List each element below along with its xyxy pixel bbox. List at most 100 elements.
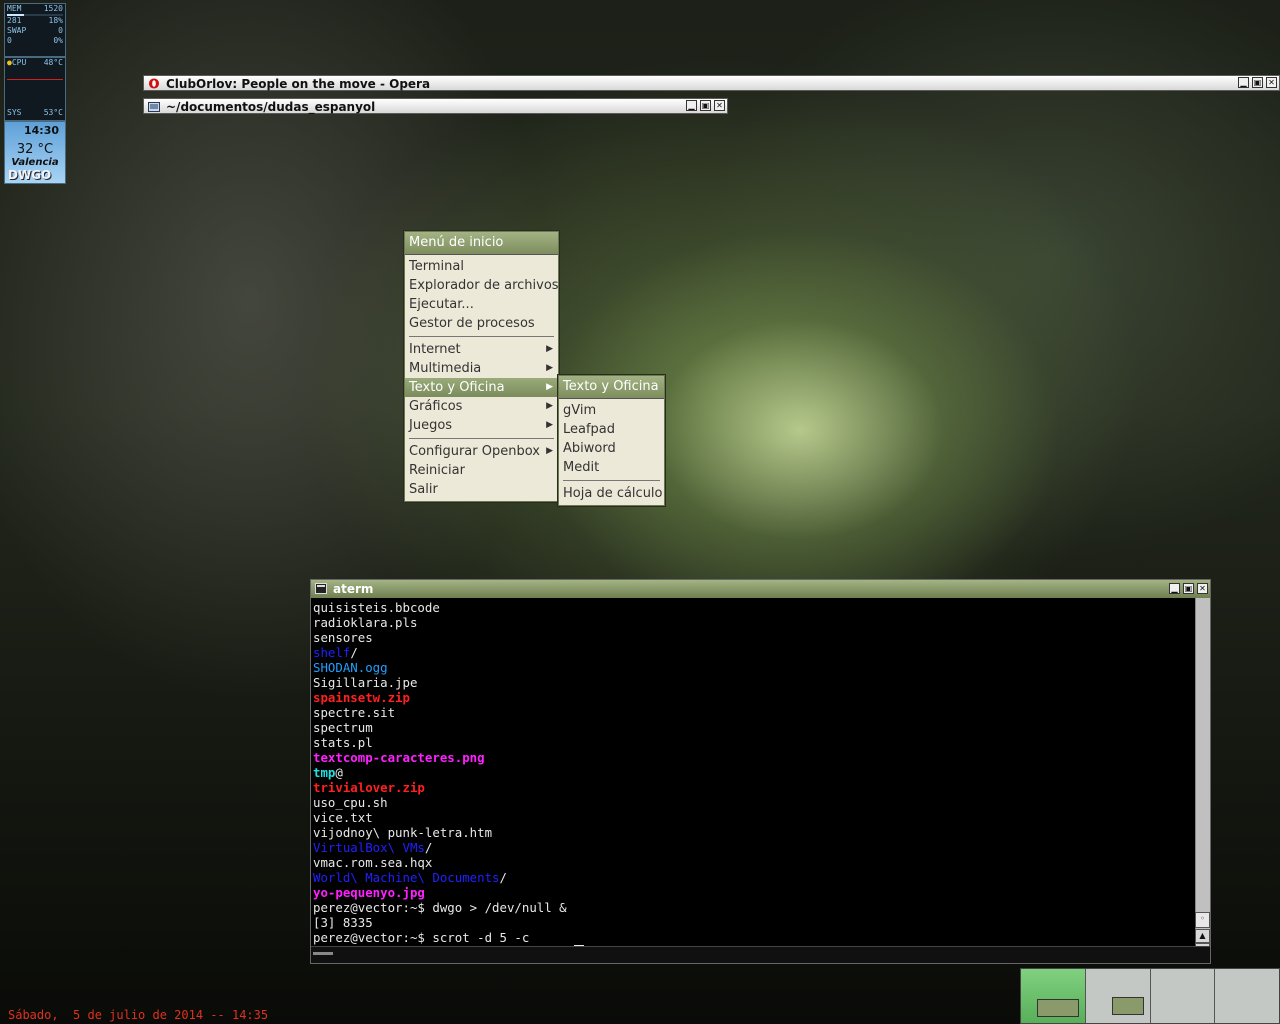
menu-item-label: Juegos bbox=[409, 418, 453, 433]
submenu-item-gvim[interactable]: gVim bbox=[559, 401, 664, 420]
text-office-submenu: Texto y Oficina gVim Leafpad Abiword Med… bbox=[558, 375, 665, 506]
weather-widget: 14:30 32 °C Valencia DWGO bbox=[4, 121, 66, 184]
terminal-line-text: vijodnoy\ punk-letra.htm bbox=[313, 825, 493, 840]
terminal-line-text: yo-pequenyo.jpg bbox=[313, 885, 425, 900]
opera-maximize-button[interactable]: ▣ bbox=[1252, 77, 1263, 88]
menu-separator bbox=[563, 480, 660, 481]
terminal-line-text: vice.txt bbox=[313, 810, 373, 825]
menu-separator bbox=[409, 336, 554, 337]
terminal-line: vmac.rom.sea.hqx bbox=[313, 855, 584, 870]
scrollbar-thumb[interactable]: ◦ bbox=[1195, 912, 1210, 928]
menu-item-label: Internet bbox=[409, 342, 461, 357]
submenu-item-medit[interactable]: Medit bbox=[559, 458, 664, 477]
menu-item-games[interactable]: Juegos ▶ bbox=[405, 416, 558, 435]
terminal-line: sensores bbox=[313, 630, 584, 645]
menu-item-restart[interactable]: Reiniciar bbox=[405, 461, 558, 480]
terminal-close-button[interactable]: ✕ bbox=[1197, 583, 1208, 594]
fm-close-button[interactable]: ✕ bbox=[714, 100, 725, 111]
terminal-scrollbar[interactable]: ◦ ▲ ▼ bbox=[1195, 598, 1210, 957]
submenu-arrow-icon: ▶ bbox=[546, 420, 553, 430]
pager-desktop-3[interactable] bbox=[1150, 969, 1216, 1023]
terminal-line: stats.pl bbox=[313, 735, 584, 750]
menu-item-exit[interactable]: Salir bbox=[405, 480, 558, 499]
terminal-line-text: stats.pl bbox=[313, 735, 373, 750]
terminal-minimize-button[interactable]: ▁ bbox=[1169, 583, 1180, 594]
menu-item-label: Ejecutar... bbox=[409, 297, 474, 312]
menu-item-terminal[interactable]: Terminal bbox=[405, 257, 558, 276]
file-manager-titlebar[interactable]: ~/documentos/dudas_espanyol ▁ ▣ ✕ bbox=[143, 98, 728, 114]
menu-item-label: Gestor de procesos bbox=[409, 316, 535, 331]
terminal-line-text: tmp bbox=[313, 765, 336, 780]
cpu-label: CPU bbox=[11, 58, 27, 67]
mem-total: 1520 bbox=[43, 4, 63, 13]
weather-city: Valencia bbox=[11, 157, 59, 168]
terminal-line-text: perez@vector:~$ scrot -d 5 -c bbox=[313, 930, 530, 945]
menu-item-run[interactable]: Ejecutar... bbox=[405, 295, 558, 314]
weather-brand: DWGO bbox=[8, 168, 52, 182]
terminal-maximize-button[interactable]: ▣ bbox=[1183, 583, 1194, 594]
terminal-line-text: radioklara.pls bbox=[313, 615, 418, 630]
menu-item-graphics[interactable]: Gráficos ▶ bbox=[405, 397, 558, 416]
terminal-line-text: [3] 8335 bbox=[313, 915, 373, 930]
opera-minimize-button[interactable]: ▁ bbox=[1238, 77, 1249, 88]
pager-window bbox=[1111, 997, 1144, 1015]
terminal-line: trivialover.zip bbox=[313, 780, 584, 795]
folder-icon bbox=[148, 102, 160, 112]
fm-maximize-button[interactable]: ▣ bbox=[700, 100, 711, 111]
submenu-item-spreadsheet[interactable]: Hoja de cálculo bbox=[559, 484, 664, 503]
desktop-clock: Sábado, 5 de julio de 2014 -- 14:35 bbox=[8, 1008, 269, 1022]
scroll-up-arrow-icon[interactable]: ▲ bbox=[1195, 929, 1210, 943]
terminal-line-text: World\ Machine\ Documents bbox=[313, 870, 500, 885]
terminal-line-suffix: @ bbox=[335, 765, 343, 780]
submenu-arrow-icon: ▶ bbox=[546, 446, 553, 456]
terminal-line: perez@vector:~$ scrot -d 5 -c bbox=[313, 930, 584, 945]
terminal-line: VirtualBox\ VMs/ bbox=[313, 840, 584, 855]
terminal-line: radioklara.pls bbox=[313, 615, 584, 630]
menu-item-internet[interactable]: Internet ▶ bbox=[405, 340, 558, 359]
temperature-monitor: ●CPU 48°C SYS 53°C bbox=[4, 57, 66, 121]
menu-item-configure-openbox[interactable]: Configurar Openbox ▶ bbox=[405, 442, 558, 461]
terminal-line-text: uso_cpu.sh bbox=[313, 795, 388, 810]
menu-item-file-explorer[interactable]: Explorador de archivos bbox=[405, 276, 559, 295]
menu-item-label: Gráficos bbox=[409, 399, 463, 414]
terminal-titlebar[interactable]: aterm ▁ ▣ ✕ bbox=[311, 580, 1210, 598]
terminal-line-suffix: / bbox=[499, 870, 507, 885]
menu-item-process-manager[interactable]: Gestor de procesos bbox=[405, 314, 558, 333]
terminal-line-text: spainsetw.zip bbox=[313, 690, 410, 705]
opera-close-button[interactable]: ✕ bbox=[1266, 77, 1277, 88]
menu-item-label: Reiniciar bbox=[409, 463, 465, 478]
memory-monitor: MEM 1520 281 18% SWAP 0 0 0% bbox=[4, 3, 66, 57]
mem-used: 281 bbox=[7, 16, 22, 25]
weather-temperature: 32 °C bbox=[16, 142, 54, 157]
weather-time: 14:30 bbox=[23, 124, 59, 137]
terminal-line-text: SHODAN.ogg bbox=[313, 660, 388, 675]
menu-item-multimedia[interactable]: Multimedia ▶ bbox=[405, 359, 558, 378]
pager-desktop-1[interactable] bbox=[1021, 969, 1086, 1023]
submenu-item-leafpad[interactable]: Leafpad bbox=[559, 420, 664, 439]
menu-item-text-office[interactable]: Texto y Oficina ▶ bbox=[405, 378, 558, 397]
submenu-item-abiword[interactable]: Abiword bbox=[559, 439, 664, 458]
terminal-line: SHODAN.ogg bbox=[313, 660, 584, 675]
submenu-title: Texto y Oficina bbox=[559, 376, 664, 399]
terminal-line-text: trivialover.zip bbox=[313, 780, 425, 795]
pager-desktop-4[interactable] bbox=[1215, 969, 1279, 1023]
terminal-line: World\ Machine\ Documents/ bbox=[313, 870, 584, 885]
terminal-window-title: aterm bbox=[333, 582, 374, 596]
terminal-line: textcomp-caracteres.png bbox=[313, 750, 584, 765]
terminal-line-text: spectre.sit bbox=[313, 705, 396, 720]
terminal-line: quisisteis.bbcode bbox=[313, 600, 584, 615]
mem-label: MEM bbox=[7, 4, 22, 13]
pager-desktop-2[interactable] bbox=[1085, 969, 1151, 1023]
terminal-window[interactable]: aterm ▁ ▣ ✕ quisisteis.bbcode radioklara.… bbox=[310, 579, 1211, 964]
terminal-line-text: sensores bbox=[313, 630, 373, 645]
terminal-output[interactable]: quisisteis.bbcode radioklara.pls sensores s… bbox=[313, 600, 585, 961]
submenu-arrow-icon: ▶ bbox=[546, 401, 553, 411]
opera-titlebar[interactable]: ClubOrlov: People on the move - Opera ▁ … bbox=[143, 75, 1280, 91]
opera-icon bbox=[148, 78, 160, 89]
file-manager-window-title: ~/documentos/dudas_espanyol bbox=[166, 100, 376, 114]
terminal-line: perez@vector:~$ dwgo > /dev/null & bbox=[313, 900, 584, 915]
fm-minimize-button[interactable]: ▁ bbox=[686, 100, 697, 111]
terminal-line: yo-pequenyo.jpg bbox=[313, 885, 584, 900]
terminal-line: uso_cpu.sh bbox=[313, 795, 584, 810]
submenu-arrow-icon: ▶ bbox=[546, 344, 553, 354]
